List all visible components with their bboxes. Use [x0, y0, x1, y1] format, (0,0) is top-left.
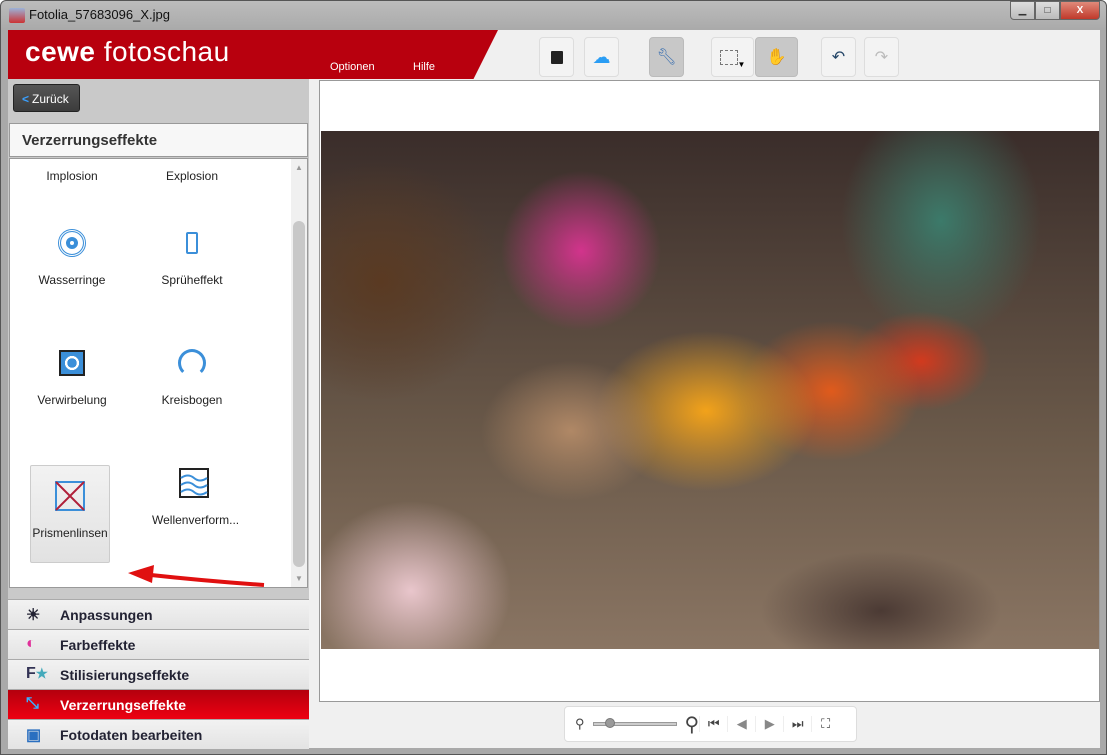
prism-lens-icon	[55, 481, 85, 511]
effect-explosion[interactable]: Explosion	[152, 159, 232, 207]
effect-prismenlinsen[interactable]: Prismenlinsen	[30, 465, 110, 563]
section-title: Verzerrungseffekte	[9, 123, 308, 157]
first-image-button[interactable]: ⏮	[699, 716, 727, 732]
arc-icon	[178, 349, 206, 377]
back-button[interactable]: < Zurück	[13, 84, 80, 112]
spray-icon	[186, 232, 198, 254]
accordion-anpassungen[interactable]: ☀ Anpassungen	[8, 599, 309, 629]
font-star-icon: F★	[26, 665, 48, 682]
zoom-navigation-bar: ⚲ ⚲ ⏮ ◀ ▶ ⏭ ⛶	[564, 706, 857, 742]
scrollbar-thumb[interactable]	[293, 221, 305, 567]
next-image-button[interactable]: ▶	[755, 716, 783, 732]
app-icon	[9, 8, 25, 23]
window-title: Fotolia_57683096_X.jpg	[29, 7, 170, 22]
redo-button: ↷	[864, 37, 899, 77]
effect-wasserringe[interactable]: Wasserringe	[32, 213, 112, 311]
redo-icon: ↷	[874, 49, 889, 66]
image-canvas[interactable]	[319, 80, 1100, 702]
distort-icon: ⤡	[26, 695, 39, 712]
effect-verwirbelung[interactable]: Verwirbelung	[32, 333, 112, 431]
effect-kreisbogen[interactable]: Kreisbogen	[152, 333, 232, 431]
annotation-arrow	[128, 565, 265, 587]
upload-button[interactable]: ☁	[584, 37, 619, 77]
photo-data-icon: ▣	[26, 727, 42, 744]
save-icon	[550, 50, 563, 64]
effect-implosion[interactable]: Implosion	[32, 159, 112, 207]
sun-icon: ☀	[26, 607, 41, 624]
zoom-out-icon[interactable]: ⚲	[575, 716, 585, 732]
menu-optionen[interactable]: Optionen	[330, 61, 375, 73]
accordion-farbeffekte[interactable]: ◐ Farbeffekte	[8, 629, 309, 659]
zoom-slider-knob[interactable]	[604, 718, 615, 728]
accordion-verzerrungseffekte[interactable]: ⤡ Verzerrungseffekte	[8, 689, 309, 719]
zoom-slider[interactable]	[592, 718, 677, 728]
tools-button[interactable]: 🔧︎	[649, 37, 684, 77]
app-window: Fotolia_57683096_X.jpg ▁ □ X cewe fotosc…	[0, 0, 1107, 755]
undo-icon: ↶	[831, 49, 846, 66]
rectangle-select-icon	[719, 49, 738, 65]
zoom-in-icon[interactable]: ⚲	[685, 712, 700, 737]
previous-image-button[interactable]: ◀	[727, 716, 755, 732]
accordion-fotodaten-bearbeiten[interactable]: ▣ Fotodaten bearbeiten	[8, 719, 309, 749]
close-button[interactable]: X	[1060, 1, 1100, 20]
fullscreen-icon[interactable]: ⛶	[811, 716, 839, 732]
save-button[interactable]	[539, 37, 574, 77]
palette-icon: ◐	[26, 635, 36, 652]
chevron-left-icon: <	[22, 92, 30, 106]
accordion-stilisierungseffekte[interactable]: F★ Stilisierungseffekte	[8, 659, 309, 689]
selection-tool-button[interactable]: ▼	[711, 37, 754, 77]
wave-icon	[179, 468, 209, 498]
scrollbar[interactable]: ▲ ▼	[291, 159, 307, 587]
wrench-icon: 🔧︎	[656, 49, 677, 66]
hand-icon: ✋	[766, 49, 787, 66]
water-rings-icon	[58, 229, 86, 257]
cloud-upload-icon: ☁	[592, 46, 611, 67]
effects-grid: Implosion Explosion Wasserringe Sprüheff…	[9, 158, 308, 588]
scroll-down-icon[interactable]: ▼	[295, 574, 303, 583]
last-image-button[interactable]: ⏭	[783, 716, 811, 732]
swirl-icon	[59, 350, 85, 376]
app-header: cewe fotoschau Optionen Hilfe	[8, 30, 498, 79]
left-panel: < Zurück Verzerrungseffekte Implosion Exp…	[8, 79, 309, 749]
undo-button[interactable]: ↶	[821, 37, 856, 77]
scroll-up-icon[interactable]: ▲	[295, 163, 303, 172]
effect-wellenverformung[interactable]: Wellenverform...	[152, 453, 239, 551]
maximize-button[interactable]: □	[1035, 1, 1060, 20]
logo: cewe fotoschau	[25, 36, 230, 67]
hand-tool-button[interactable]: ✋	[755, 37, 798, 77]
effect-spruheffekt[interactable]: Sprüheffekt	[152, 213, 232, 311]
photo	[321, 131, 1099, 649]
dropdown-arrow-icon: ▼	[737, 59, 746, 69]
minimize-button[interactable]: ▁	[1010, 1, 1035, 20]
menu-hilfe[interactable]: Hilfe	[413, 61, 435, 73]
